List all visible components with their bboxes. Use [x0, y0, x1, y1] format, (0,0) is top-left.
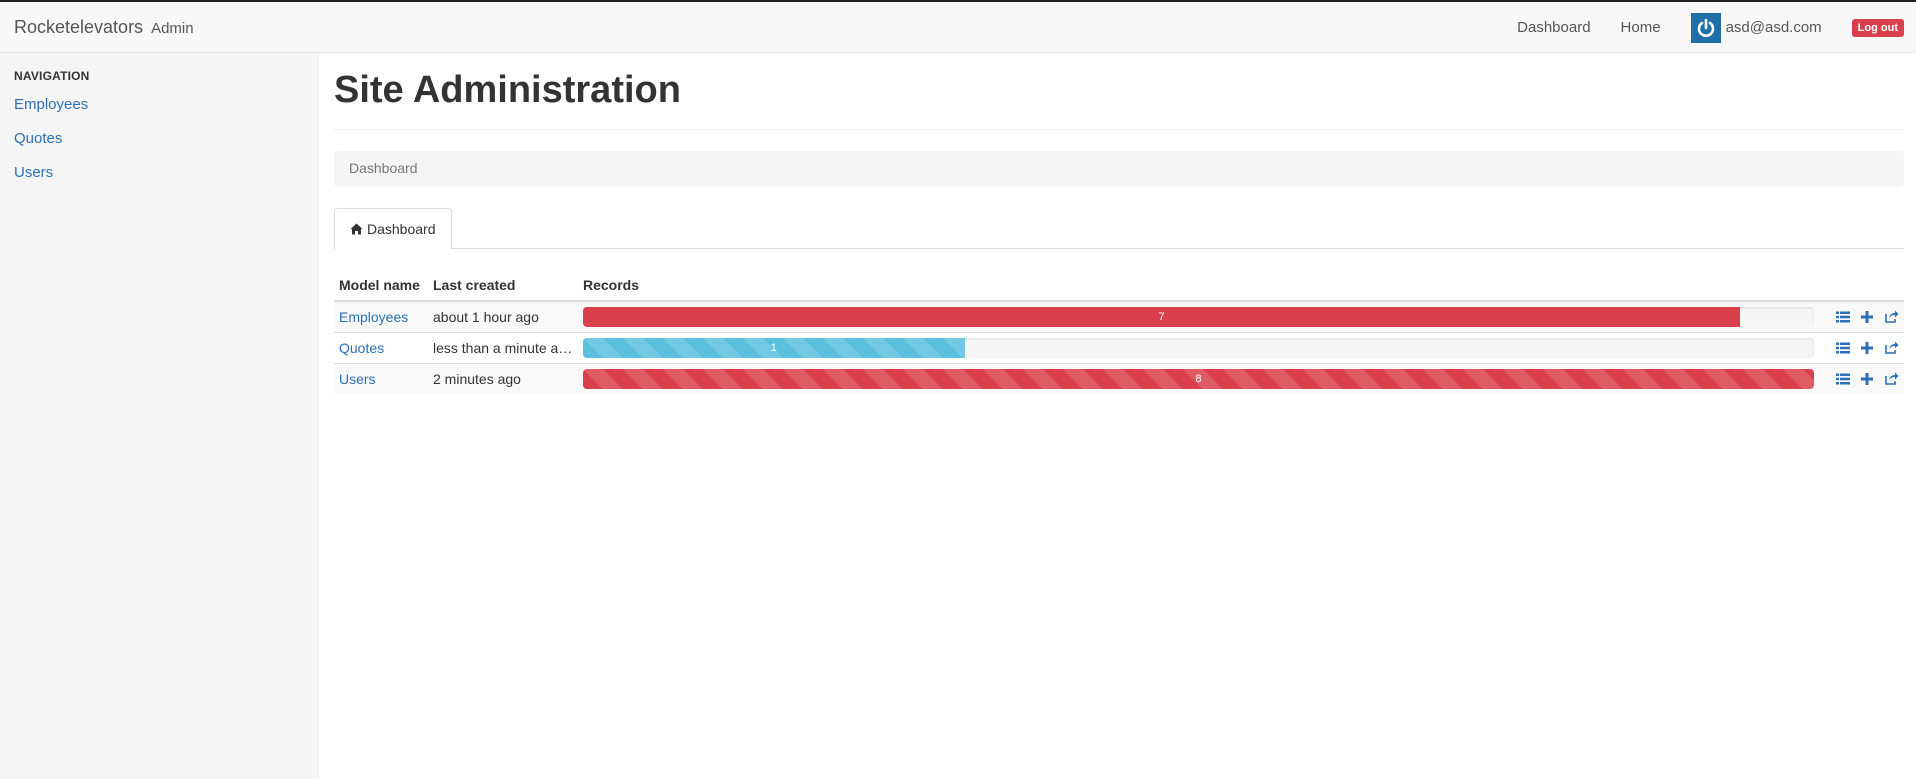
last-created-cell: less than a minute ago — [428, 331, 578, 363]
tab-label: Dashboard — [367, 221, 436, 237]
last-created-cell: 2 minutes ago — [428, 362, 578, 394]
logout-button[interactable]: Log out — [1851, 18, 1904, 37]
model-name-cell: Users — [334, 362, 428, 394]
model-name-cell: Employees — [334, 300, 428, 332]
actions-cell — [1819, 331, 1904, 363]
home-icon — [350, 223, 363, 235]
records-cell: 8 — [578, 362, 1819, 394]
plus-icon[interactable] — [1860, 371, 1874, 387]
sidebar-item-employees[interactable]: Employees — [14, 96, 88, 113]
records-cell: 7 — [578, 300, 1819, 332]
model-link[interactable]: Users — [339, 371, 376, 387]
column-header: Model name — [334, 270, 428, 302]
table-row: Employees about 1 hour ago 7 — [334, 300, 1904, 332]
brand-subtitle: Admin — [151, 20, 194, 37]
nav-home-link[interactable]: Home — [1621, 19, 1661, 36]
user-menu[interactable]: asd@asd.com — [1690, 12, 1822, 43]
share-icon[interactable] — [1885, 371, 1899, 387]
column-header: Records — [578, 270, 1819, 302]
brand-name: Rocketelevators — [14, 17, 144, 37]
sidebar-item-users[interactable]: Users — [14, 164, 53, 181]
column-header: Last created — [428, 270, 578, 302]
breadcrumb: Dashboard — [334, 151, 1904, 187]
table-row: Users 2 minutes ago 8 — [334, 362, 1904, 394]
dashboard-table: Model name Last created Records Employee… — [334, 270, 1904, 394]
table-row: Quotes less than a minute ago 1 — [334, 331, 1904, 363]
column-header-actions — [1819, 270, 1904, 302]
brand-link[interactable]: Rocketelevators Admin — [14, 17, 194, 38]
navbar-right: Dashboard Home asd@asd.com Log out — [1517, 2, 1916, 53]
sidebar-heading: NAVIGATION — [14, 69, 90, 83]
last-created-cell: about 1 hour ago — [428, 300, 578, 332]
tab-bar: Dashboard — [334, 208, 1904, 250]
model-link[interactable]: Quotes — [339, 340, 384, 356]
sidebar-item-quotes[interactable]: Quotes — [14, 130, 62, 147]
records-progress: 8 — [583, 368, 1814, 389]
sidebar: NAVIGATION Employees Quotes Users — [0, 53, 319, 779]
records-progress: 1 — [583, 337, 1814, 358]
records-progress-bar: 8 — [583, 368, 1814, 389]
actions-cell — [1819, 300, 1904, 332]
table-header-row: Model name Last created Records — [334, 270, 1904, 302]
title-divider — [334, 129, 1904, 130]
actions-cell — [1819, 362, 1904, 394]
tab-dashboard[interactable]: Dashboard — [334, 208, 452, 250]
list-icon[interactable] — [1836, 309, 1851, 325]
page-title: Site Administration — [334, 69, 681, 111]
list-icon[interactable] — [1836, 340, 1851, 356]
share-icon[interactable] — [1885, 340, 1899, 356]
records-cell: 1 — [578, 331, 1819, 363]
list-icon[interactable] — [1836, 371, 1851, 387]
plus-icon[interactable] — [1860, 309, 1874, 325]
records-progress-bar: 7 — [583, 306, 1741, 327]
power-icon — [1690, 12, 1721, 43]
breadcrumb-active: Dashboard — [349, 160, 418, 176]
user-email: asd@asd.com — [1725, 19, 1822, 36]
records-progress: 7 — [583, 306, 1814, 327]
model-link[interactable]: Employees — [339, 309, 408, 325]
records-progress-bar: 1 — [583, 337, 965, 358]
nav-dashboard-link[interactable]: Dashboard — [1517, 19, 1590, 36]
top-navbar: Rocketelevators Admin Dashboard Home asd… — [0, 0, 1916, 53]
model-name-cell: Quotes — [334, 331, 428, 363]
share-icon[interactable] — [1885, 309, 1899, 325]
plus-icon[interactable] — [1860, 340, 1874, 356]
